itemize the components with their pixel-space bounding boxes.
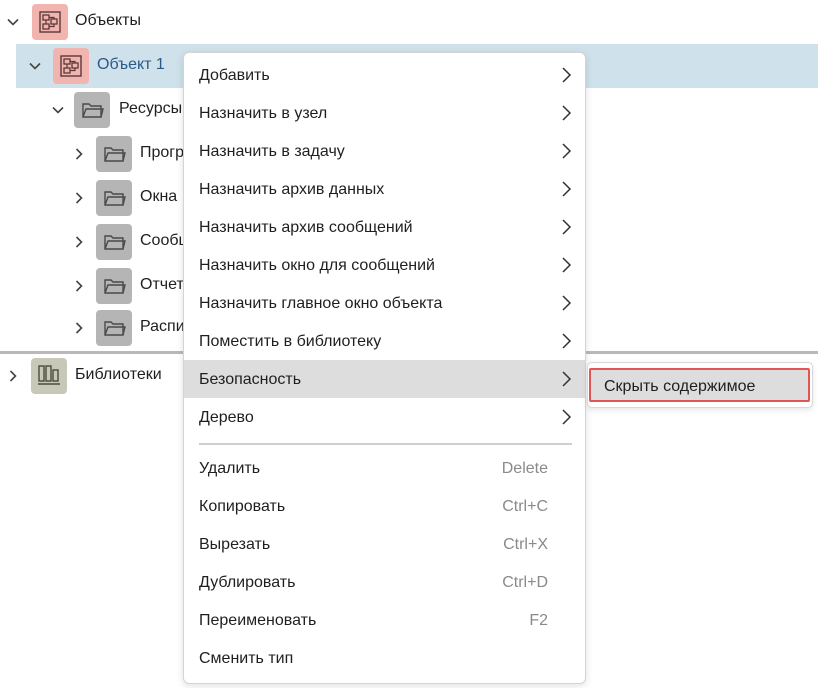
menu-item-label: Добавить xyxy=(199,67,270,84)
library-icon xyxy=(31,358,67,394)
folder-icon xyxy=(96,136,132,172)
menu-item-delete[interactable]: Удалить Delete xyxy=(184,449,585,487)
menu-item-shortcut: F2 xyxy=(529,612,548,629)
menu-item-copy[interactable]: Копировать Ctrl+C xyxy=(184,487,585,525)
menu-item-assign-node[interactable]: Назначить в узел xyxy=(184,94,585,132)
menu-item-change-type[interactable]: Сменить тип xyxy=(184,639,585,677)
menu-item-label: Назначить окно для сообщений xyxy=(199,257,435,274)
folder-icon xyxy=(96,180,132,216)
folder-icon xyxy=(96,310,132,346)
menu-item-place-in-library[interactable]: Поместить в библиотеку xyxy=(184,322,585,360)
menu-item-label: Назначить архив сообщений xyxy=(199,219,413,236)
chevron-right-icon[interactable] xyxy=(72,191,86,205)
menu-item-label: Переименовать xyxy=(199,612,317,629)
tree-node-folder[interactable]: Прогр xyxy=(0,132,185,176)
tree-node-folder[interactable]: Окна xyxy=(0,176,183,220)
chevron-down-icon[interactable] xyxy=(28,59,42,73)
menu-item-label: Поместить в библиотеку xyxy=(199,333,382,350)
object-icon xyxy=(53,48,89,84)
menu-item-label: Сменить тип xyxy=(199,650,294,667)
menu-item-hide-content[interactable]: Скрыть содержимое xyxy=(589,368,810,402)
tree-node-label: Объекты xyxy=(75,12,141,29)
chevron-right-icon xyxy=(562,105,572,121)
chevron-right-icon xyxy=(562,67,572,83)
chevron-right-icon xyxy=(562,371,572,387)
chevron-right-icon[interactable] xyxy=(72,147,86,161)
menu-item-assign-message-window[interactable]: Назначить окно для сообщений xyxy=(184,246,585,284)
chevron-right-icon[interactable] xyxy=(72,321,86,335)
tree-node-label: Библиотеки xyxy=(75,366,162,383)
menu-item-label: Назначить архив данных xyxy=(199,181,385,198)
chevron-right-icon xyxy=(562,409,572,425)
tree-node-label: Ресурсы xyxy=(119,100,183,117)
tree-node-label: Распи xyxy=(140,318,185,335)
menu-item-label: Назначить в задачу xyxy=(199,143,345,160)
folder-icon xyxy=(96,268,132,304)
chevron-right-icon[interactable] xyxy=(72,279,86,293)
tree-node-folder[interactable]: Распи xyxy=(0,306,185,350)
menu-item-assign-main-window[interactable]: Назначить главное окно объекта xyxy=(184,284,585,322)
menu-item-label: Дерево xyxy=(199,409,254,426)
menu-item-label: Назначить главное окно объекта xyxy=(199,295,443,312)
context-menu: Добавить Назначить в узел Назначить в за… xyxy=(183,52,586,684)
menu-item-assign-task[interactable]: Назначить в задачу xyxy=(184,132,585,170)
menu-item-add[interactable]: Добавить xyxy=(184,56,585,94)
chevron-right-icon[interactable] xyxy=(72,235,86,249)
chevron-right-icon xyxy=(562,143,572,159)
menu-item-label: Назначить в узел xyxy=(199,105,328,122)
tree-node-label: Прогр xyxy=(140,144,185,161)
chevron-down-icon[interactable] xyxy=(51,103,65,117)
menu-item-label: Дублировать xyxy=(199,574,296,591)
menu-item-label: Вырезать xyxy=(199,536,271,553)
chevron-right-icon xyxy=(562,219,572,235)
menu-item-tree[interactable]: Дерево xyxy=(184,398,585,436)
menu-item-cut[interactable]: Вырезать Ctrl+X xyxy=(184,525,585,563)
chevron-right-icon xyxy=(562,333,572,349)
menu-item-label: Удалить xyxy=(199,460,261,477)
folder-icon xyxy=(96,224,132,260)
tree-node-label: Отчет xyxy=(140,276,184,293)
menu-item-shortcut: Ctrl+X xyxy=(503,536,548,553)
chevron-right-icon xyxy=(562,257,572,273)
chevron-down-icon[interactable] xyxy=(6,15,20,29)
app-window: Объекты Объект 1 Ресурсы Прогр Окна Сооб… xyxy=(0,0,818,688)
security-submenu: Скрыть содержимое xyxy=(587,362,813,408)
chevron-right-icon xyxy=(562,295,572,311)
tree-node-folder[interactable]: Сообщ xyxy=(0,220,192,264)
menu-item-shortcut: Ctrl+C xyxy=(502,498,548,515)
tree-node-label: Окна xyxy=(140,188,178,205)
menu-item-shortcut: Delete xyxy=(501,460,548,477)
menu-item-assign-message-archive[interactable]: Назначить архив сообщений xyxy=(184,208,585,246)
menu-item-label: Безопасность xyxy=(199,371,302,388)
chevron-right-icon[interactable] xyxy=(6,369,20,383)
tree-node-label: Объект 1 xyxy=(97,56,165,73)
tree-node-folder[interactable]: Отчет xyxy=(0,264,184,308)
menu-separator xyxy=(199,443,572,445)
menu-item-label: Скрыть содержимое xyxy=(604,378,756,395)
menu-item-rename[interactable]: Переименовать F2 xyxy=(184,601,585,639)
folder-icon xyxy=(74,92,110,128)
menu-item-label: Копировать xyxy=(199,498,286,515)
menu-item-security[interactable]: Безопасность xyxy=(184,360,585,398)
menu-item-shortcut: Ctrl+D xyxy=(502,574,548,591)
menu-item-assign-data-archive[interactable]: Назначить архив данных xyxy=(184,170,585,208)
tree-node-resources[interactable]: Ресурсы xyxy=(0,88,183,132)
chevron-right-icon xyxy=(562,181,572,197)
menu-item-duplicate[interactable]: Дублировать Ctrl+D xyxy=(184,563,585,601)
tree-node-libraries[interactable]: Библиотеки xyxy=(0,354,183,398)
object-icon xyxy=(32,4,68,40)
tree-node-objects[interactable]: Объекты xyxy=(0,0,818,44)
